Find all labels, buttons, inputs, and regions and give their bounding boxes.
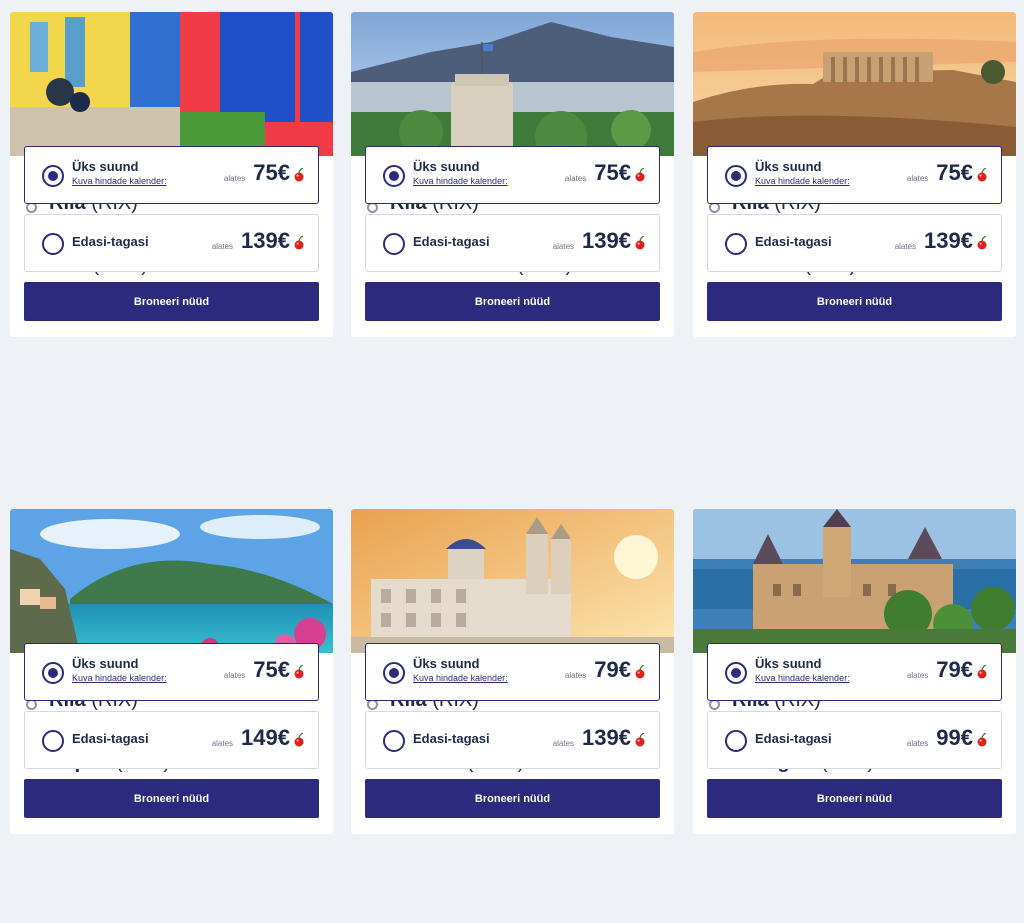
one-way-option[interactable]: Üks suund Kuva hindade kalender: alates … (365, 643, 660, 701)
cherry-icon (635, 236, 645, 250)
one-way-price: 79€ (594, 657, 631, 682)
cherry-icon (635, 733, 645, 747)
one-way-option[interactable]: Üks suund Kuva hindade kalender: alates … (707, 146, 1002, 204)
from-label: alates (564, 174, 587, 183)
one-way-label: Üks suund (755, 656, 822, 671)
return-price: 139€ (241, 228, 290, 253)
radio-button-selected[interactable] (42, 662, 64, 684)
one-way-label: Üks suund (72, 159, 139, 174)
one-way-price: 75€ (936, 160, 973, 185)
radio-button[interactable] (42, 730, 64, 752)
return-price: 139€ (582, 228, 631, 253)
cherry-icon (977, 236, 987, 250)
cherry-icon (294, 665, 304, 679)
destination-card-ateena: Läti Otselend Riia (RIX) Kreeka Ateena (… (693, 12, 1016, 337)
radio-button-selected[interactable] (725, 165, 747, 187)
return-label: Edasi-tagasi (72, 731, 149, 746)
kos-street-photo[interactable] (10, 12, 333, 156)
destination-card-stuttgart: Läti Otselend Riia (RIX) Saksamaa Stuttg… (693, 509, 1016, 834)
one-way-label: Üks suund (413, 656, 480, 671)
cherry-icon (977, 665, 987, 679)
book-now-button[interactable]: Broneeri nüüd (365, 282, 660, 321)
one-way-label: Üks suund (72, 656, 139, 671)
return-price: 149€ (241, 725, 290, 750)
destination-card-madriid: Läti Otselend Riia (RIX) Hispaania Madri… (351, 509, 674, 834)
return-option[interactable]: Edasi-tagasi alates 149€ (24, 711, 319, 769)
return-label: Edasi-tagasi (413, 234, 490, 249)
radio-button-selected[interactable] (383, 165, 405, 187)
price-calendar-link[interactable]: Kuva hindade kalender: (755, 673, 850, 683)
radio-button[interactable] (725, 730, 747, 752)
one-way-option[interactable]: Üks suund Kuva hindade kalender: alates … (365, 146, 660, 204)
from-label: alates (552, 739, 575, 748)
radio-button-selected[interactable] (42, 165, 64, 187)
one-way-price: 75€ (253, 657, 290, 682)
madrid-cathedral-photo[interactable] (351, 509, 674, 653)
price-calendar-link[interactable]: Kuva hindade kalender: (72, 673, 167, 683)
radio-button[interactable] (383, 233, 405, 255)
from-label: alates (894, 242, 917, 251)
stuttgart-castle-photo[interactable] (693, 509, 1016, 653)
one-way-price: 75€ (594, 160, 631, 185)
destination-card-thessaloniki: Läti Otselend Riia (RIX) Kreeka Thessalo… (351, 12, 674, 337)
destination-card-kos: Läti Otselend Riia (RIX) Kreeka Kos (KGS… (10, 12, 333, 337)
naples-coast-photo[interactable] (10, 509, 333, 653)
one-way-option[interactable]: Üks suund Kuva hindade kalender: alates … (24, 643, 319, 701)
one-way-label: Üks suund (755, 159, 822, 174)
from-label: alates (211, 242, 234, 251)
radio-button[interactable] (725, 233, 747, 255)
one-way-price: 79€ (936, 657, 973, 682)
cherry-icon (294, 733, 304, 747)
return-label: Edasi-tagasi (755, 234, 832, 249)
cherry-icon (635, 665, 645, 679)
return-option[interactable]: Edasi-tagasi alates 139€ (707, 214, 1002, 272)
price-calendar-link[interactable]: Kuva hindade kalender: (413, 673, 508, 683)
cherry-icon (294, 168, 304, 182)
from-label: alates (564, 671, 587, 680)
return-price: 99€ (936, 725, 973, 750)
one-way-option[interactable]: Üks suund Kuva hindade kalender: alates … (24, 146, 319, 204)
cherry-icon (977, 168, 987, 182)
radio-button-selected[interactable] (383, 662, 405, 684)
return-option[interactable]: Edasi-tagasi alates 139€ (365, 711, 660, 769)
cherry-icon (294, 236, 304, 250)
book-now-button[interactable]: Broneeri nüüd (365, 779, 660, 818)
book-now-button[interactable]: Broneeri nüüd (707, 282, 1002, 321)
radio-button[interactable] (383, 730, 405, 752)
book-now-button[interactable]: Broneeri nüüd (24, 282, 319, 321)
return-label: Edasi-tagasi (755, 731, 832, 746)
return-option[interactable]: Edasi-tagasi alates 139€ (365, 214, 660, 272)
return-price: 139€ (924, 228, 973, 253)
athens-acropolis-photo[interactable] (693, 12, 1016, 156)
price-calendar-link[interactable]: Kuva hindade kalender: (72, 176, 167, 186)
one-way-option[interactable]: Üks suund Kuva hindade kalender: alates … (707, 643, 1002, 701)
one-way-price: 75€ (253, 160, 290, 185)
cherry-icon (977, 733, 987, 747)
thessaloniki-tower-photo[interactable] (351, 12, 674, 156)
from-label: alates (906, 739, 929, 748)
from-label: alates (223, 671, 246, 680)
destination-card-napoli: Läti Otselend Riia (RIX) Itaalia Napoli … (10, 509, 333, 834)
book-now-button[interactable]: Broneeri nüüd (707, 779, 1002, 818)
one-way-label: Üks suund (413, 159, 480, 174)
return-label: Edasi-tagasi (413, 731, 490, 746)
from-label: alates (223, 174, 246, 183)
return-option[interactable]: Edasi-tagasi alates 139€ (24, 214, 319, 272)
return-label: Edasi-tagasi (72, 234, 149, 249)
book-now-button[interactable]: Broneeri nüüd (24, 779, 319, 818)
from-label: alates (906, 174, 929, 183)
return-option[interactable]: Edasi-tagasi alates 99€ (707, 711, 1002, 769)
from-label: alates (211, 739, 234, 748)
return-price: 139€ (582, 725, 631, 750)
radio-button[interactable] (42, 233, 64, 255)
cherry-icon (635, 168, 645, 182)
from-label: alates (906, 671, 929, 680)
price-calendar-link[interactable]: Kuva hindade kalender: (755, 176, 850, 186)
price-calendar-link[interactable]: Kuva hindade kalender: (413, 176, 508, 186)
from-label: alates (552, 242, 575, 251)
radio-button-selected[interactable] (725, 662, 747, 684)
